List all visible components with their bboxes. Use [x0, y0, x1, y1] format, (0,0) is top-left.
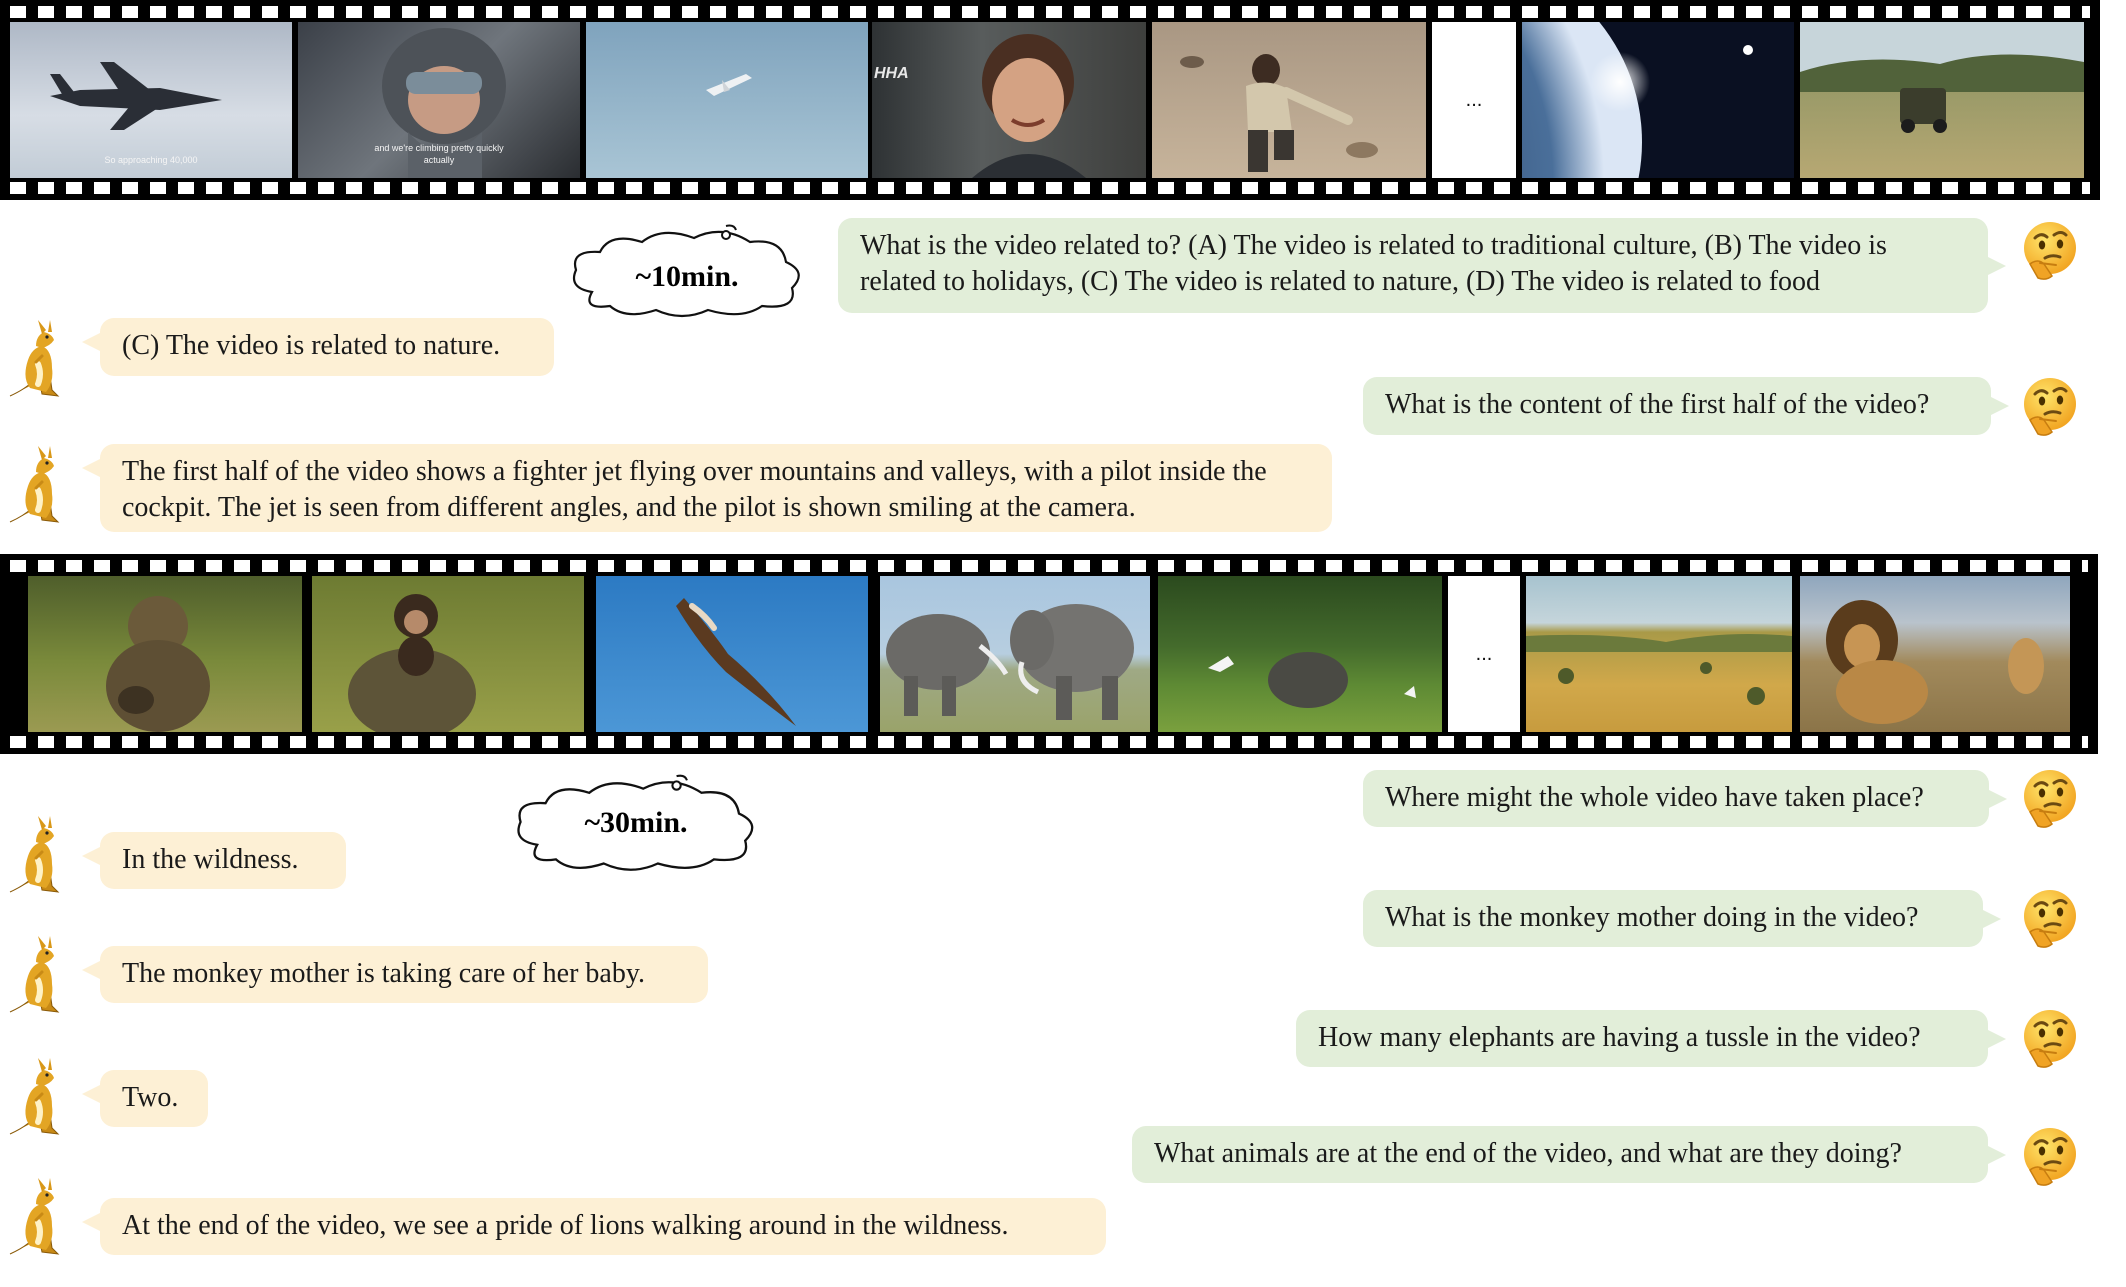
assistant-answer-bubble: Two.: [82, 1070, 208, 1127]
frame-baby-monkey: [312, 576, 584, 732]
video-filmstrip-2: ...: [0, 554, 2098, 754]
sprocket-holes: [10, 560, 2088, 572]
user-question-bubble: What is the content of the first half of…: [1363, 377, 2009, 435]
frame-presenter-desert: [1152, 22, 1426, 178]
frame-pilot-cockpit: and we're climbing pretty quickly actual…: [298, 22, 580, 178]
question-text: What is the video related to? (A) The vi…: [860, 230, 1887, 297]
time-label: ~10min.: [635, 260, 739, 293]
frame-jet-in-sky: [586, 22, 868, 178]
answer-text: In the wildness.: [122, 844, 299, 875]
subtitle-caption: So approaching 40,000: [104, 155, 198, 165]
kangaroo-icon: [2, 932, 78, 1016]
thought-cloud-10min: ~10min.: [562, 222, 812, 322]
thinking-face-icon: [2018, 886, 2082, 950]
user-question-bubble: What is the monkey mother doing in the v…: [1363, 890, 2001, 947]
frame-baboon-mother: [28, 576, 302, 732]
assistant-answer-bubble: At the end of the video, we see a pride …: [82, 1198, 1106, 1255]
kangaroo-icon: [2, 812, 78, 896]
frame-savanna-landscape: [1526, 576, 1792, 732]
question-text: How many elephants are having a tussle i…: [1318, 1022, 1921, 1053]
thought-cloud-30min: ~30min.: [506, 772, 766, 876]
time-label: ~30min.: [584, 806, 688, 839]
kangaroo-icon: [2, 1174, 78, 1258]
user-question-bubble: How many elephants are having a tussle i…: [1296, 1010, 2006, 1067]
video-filmstrip-1: So approaching 40,000 and we're climbing…: [0, 0, 2100, 200]
subtitle-caption: and we're climbing pretty quickly actual…: [374, 143, 504, 165]
assistant-answer-bubble: (C) The video is related to nature.: [82, 318, 554, 376]
user-question-bubble: What animals are at the end of the video…: [1132, 1126, 2006, 1183]
thinking-face-icon: [2018, 218, 2082, 282]
answer-text: (C) The video is related to nature.: [122, 330, 501, 361]
kangaroo-icon: [2, 1054, 78, 1138]
answer-text: The monkey mother is taking care of her …: [122, 958, 646, 989]
user-question-bubble: Where might the whole video have taken p…: [1363, 770, 2007, 827]
assistant-answer-bubble: The monkey mother is taking care of her …: [82, 946, 708, 1003]
frame-lions: [1800, 576, 2070, 732]
frames-ellipsis: ...: [1448, 576, 1520, 732]
frame-planet-space: [1522, 22, 1794, 178]
frame-eagle-flying: [596, 576, 868, 732]
sprocket-holes: [10, 6, 2090, 18]
frames-ellipsis: ...: [1432, 22, 1516, 178]
frame-safari-vehicle: [1800, 22, 2084, 178]
user-question-bubble: What is the video related to? (A) The vi…: [838, 218, 2006, 313]
thinking-face-icon: [2018, 1124, 2082, 1188]
question-text: Where might the whole video have taken p…: [1385, 782, 1924, 813]
thinking-face-icon: [2018, 1006, 2082, 1070]
frame-fighter-jet: So approaching 40,000: [10, 22, 292, 178]
kangaroo-icon: [2, 316, 78, 400]
sprocket-holes: [10, 182, 2090, 194]
thinking-face-icon: [2018, 374, 2082, 438]
assistant-answer-bubble: The first half of the video shows a figh…: [82, 444, 1332, 532]
question-text: What is the monkey mother doing in the v…: [1385, 902, 1919, 933]
frame-elephants-tussle: [880, 576, 1150, 732]
question-text: What animals are at the end of the video…: [1154, 1138, 1902, 1169]
answer-text: At the end of the video, we see a pride …: [122, 1210, 1009, 1241]
answer-text: Two.: [122, 1082, 179, 1113]
question-text: What is the content of the first half of…: [1385, 389, 1930, 420]
frame-presenter-smiling: HHA: [872, 22, 1146, 178]
assistant-answer-bubble: In the wildness.: [82, 832, 346, 889]
thinking-face-icon: [2018, 766, 2082, 830]
answer-text: The first half of the video shows a figh…: [122, 456, 1267, 523]
sprocket-holes: [10, 736, 2088, 748]
frame-elephant-grassland: [1158, 576, 1442, 732]
kangaroo-icon: [2, 442, 78, 526]
hud-text: HHA: [874, 65, 909, 82]
